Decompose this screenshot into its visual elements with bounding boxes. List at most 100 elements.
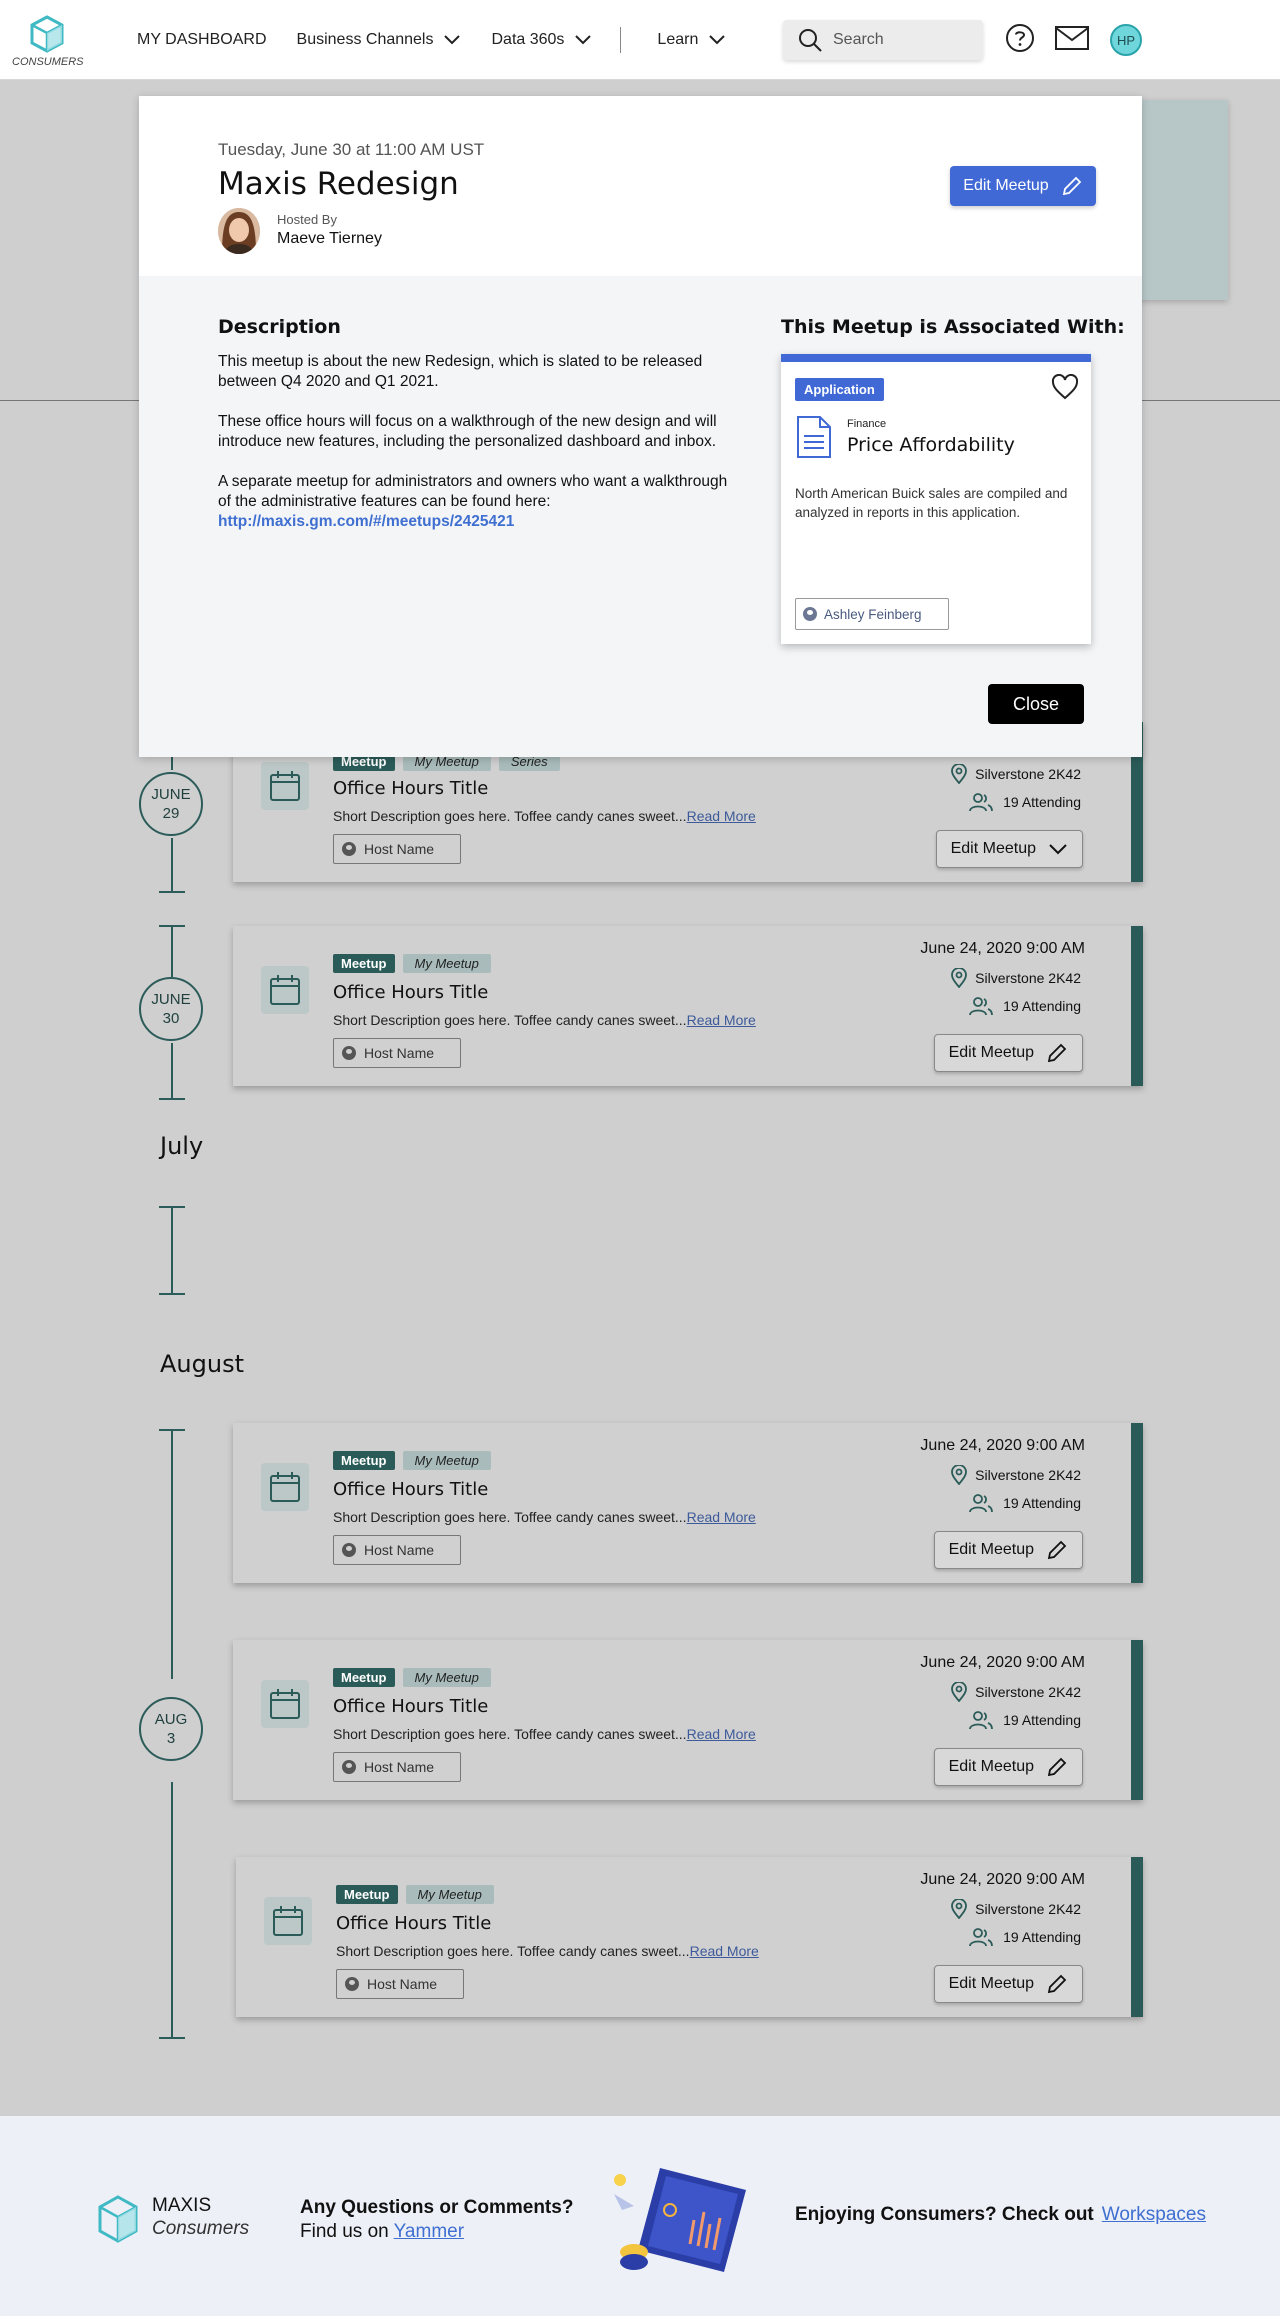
pencil-icon	[1047, 1974, 1067, 1994]
user-avatar[interactable]: HP	[1110, 24, 1142, 56]
event-attendance: 19 Attending	[969, 1927, 1081, 1947]
edit-meetup-dropdown[interactable]: Edit Meetup	[935, 830, 1083, 868]
location-pin-icon	[951, 1682, 968, 1702]
event-host-chip[interactable]: Host Name	[336, 1969, 464, 1999]
top-header: CONSUMERS MY DASHBOARD Business Channels…	[0, 0, 1280, 80]
timeline-day: 29	[162, 805, 180, 822]
person-icon	[342, 1046, 356, 1060]
event-description: Short Description goes here. Toffee cand…	[333, 1509, 756, 1525]
brand-title: MAXIS	[152, 2195, 212, 2216]
pencil-icon	[1047, 1540, 1067, 1560]
cube-logo-icon	[30, 15, 64, 53]
location-pin-icon	[951, 968, 968, 988]
help-icon[interactable]	[1004, 22, 1036, 54]
edit-meetup-button[interactable]: Edit Meetup	[933, 1965, 1083, 2003]
consumers-logo[interactable]: CONSUMERS	[12, 14, 84, 68]
search-input[interactable]: Search	[783, 20, 983, 60]
calendar-icon	[270, 1472, 300, 1502]
nav-my-dashboard[interactable]: MY DASHBOARD	[137, 31, 267, 49]
pencil-icon	[1047, 1043, 1067, 1063]
nav-data-360s[interactable]: Data 360s	[491, 31, 592, 49]
footer-brand: MAXIS Consumers	[152, 2194, 249, 2240]
event-location: Silverstone 2K42	[951, 1682, 1081, 1702]
edit-label: Edit Meetup	[948, 1044, 1034, 1061]
tag-my-meetup: My Meetup	[402, 954, 491, 973]
location-text: Silverstone 2K42	[975, 970, 1081, 986]
pencil-icon	[1062, 176, 1081, 196]
logo-text: CONSUMERS	[12, 56, 84, 68]
event-host-chip[interactable]: Host Name	[333, 1535, 461, 1565]
associated-app-card[interactable]: Application Finance Price Affordability …	[781, 354, 1091, 644]
event-host-chip[interactable]: Host Name	[333, 1038, 461, 1068]
edit-meetup-button[interactable]: Edit Meetup	[950, 166, 1096, 206]
event-card[interactable]: Meetup My Meetup Office Hours Title Shor…	[233, 1640, 1143, 1800]
workspaces-link[interactable]: Workspaces	[1102, 2204, 1206, 2225]
event-host-chip[interactable]: Host Name	[333, 834, 461, 864]
contact-question: Any Questions or Comments?	[300, 2197, 574, 2218]
attending-text: 19 Attending	[1003, 1495, 1081, 1511]
timeline-day: 3	[166, 1730, 176, 1747]
footer-workspaces: Enjoying Consumers? Check out Workspaces	[795, 2204, 1206, 2226]
nav-business-channels[interactable]: Business Channels	[297, 31, 462, 49]
tag-meetup: Meetup	[333, 1668, 395, 1687]
event-attendance: 19 Attending	[969, 1493, 1081, 1513]
event-tags: Meetup My Meetup	[333, 1451, 491, 1470]
application-owner-chip[interactable]: Ashley Feinberg	[795, 598, 949, 630]
read-more-link[interactable]: Read More	[690, 1943, 759, 1959]
timeline-line	[171, 1782, 173, 2038]
event-icon-box	[261, 1680, 309, 1728]
associated-heading: This Meetup is Associated With:	[781, 316, 1125, 338]
event-host-chip[interactable]: Host Name	[333, 1752, 461, 1782]
chevron-down-icon	[444, 35, 461, 45]
event-location: Silverstone 2K42	[951, 1899, 1081, 1919]
read-more-link[interactable]: Read More	[687, 1012, 756, 1028]
calendar-icon	[270, 1689, 300, 1719]
edit-label: Edit Meetup	[950, 840, 1036, 857]
meetup-link[interactable]: http://maxis.gm.com/#/meetups/2425421	[218, 513, 514, 530]
read-more-link[interactable]: Read More	[687, 808, 756, 824]
tag-my-meetup: My Meetup	[402, 1668, 491, 1687]
event-description: Short Description goes here. Toffee cand…	[333, 808, 756, 824]
tag-meetup: Meetup	[333, 1451, 395, 1470]
month-heading-august: August	[160, 1350, 244, 1378]
event-card[interactable]: Meetup My Meetup Office Hours Title Shor…	[233, 1423, 1143, 1583]
timeline-month: JUNE	[151, 786, 191, 803]
event-card[interactable]: Meetup My Meetup Office Hours Title Shor…	[233, 926, 1143, 1086]
chevron-down-icon	[575, 35, 592, 45]
close-button[interactable]: Close	[988, 684, 1084, 724]
event-desc-text: Short Description goes here. Toffee cand…	[333, 1726, 687, 1742]
attending-text: 19 Attending	[1003, 794, 1081, 810]
event-icon-box	[261, 966, 309, 1014]
edit-meetup-button[interactable]: Edit Meetup	[933, 1531, 1083, 1569]
event-attendance: 19 Attending	[969, 996, 1081, 1016]
timeline-cap	[159, 1293, 185, 1295]
tag-meetup: Meetup	[333, 954, 395, 973]
event-card[interactable]: Meetup My Meetup Office Hours Title Shor…	[236, 1857, 1143, 2017]
mail-icon[interactable]	[1054, 24, 1090, 52]
event-icon-box	[261, 1463, 309, 1511]
edit-label: Edit Meetup	[948, 1758, 1034, 1775]
edit-meetup-button[interactable]: Edit Meetup	[933, 1034, 1083, 1072]
application-category: Finance	[847, 418, 887, 430]
edit-meetup-button[interactable]: Edit Meetup	[933, 1748, 1083, 1786]
read-more-link[interactable]: Read More	[687, 1726, 756, 1742]
read-more-link[interactable]: Read More	[687, 1509, 756, 1525]
edit-label: Edit Meetup	[948, 1541, 1034, 1558]
yammer-link[interactable]: Yammer	[394, 2221, 464, 2242]
footer-contact: Any Questions or Comments? Find us on Ya…	[300, 2196, 573, 2244]
heart-icon[interactable]	[1051, 374, 1079, 400]
timeline-date-june-30: JUNE 30	[139, 977, 203, 1041]
timeline-month: AUG	[154, 1711, 188, 1728]
search-placeholder: Search	[833, 31, 884, 48]
timeline-month: JUNE	[151, 991, 191, 1008]
nav-learn[interactable]: Learn	[657, 31, 726, 49]
find-us-prefix: Find us on	[300, 2221, 389, 2242]
event-attendance: 19 Attending	[969, 792, 1081, 812]
application-badge: Application	[795, 378, 884, 401]
description-body: This meetup is about the new Redesign, w…	[218, 352, 738, 552]
meetup-date: Tuesday, June 30 at 11:00 AM UST	[218, 140, 485, 159]
timeline-cap	[159, 2037, 185, 2039]
chevron-down-icon	[709, 35, 726, 45]
event-description: Short Description goes here. Toffee cand…	[336, 1943, 759, 1959]
timeline-date-june-29: JUNE 29	[139, 772, 203, 836]
